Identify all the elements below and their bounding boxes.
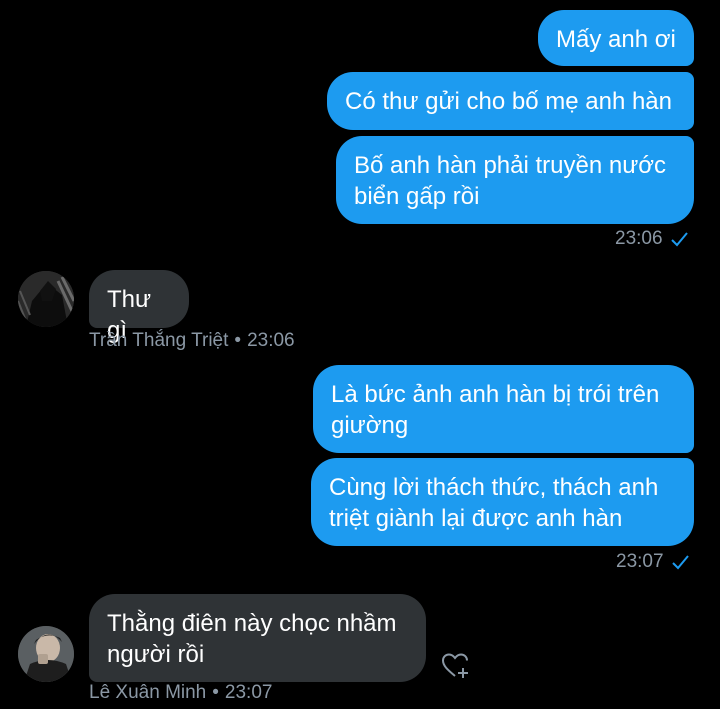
message-bubble-outgoing[interactable]: Bố anh hàn phải truyền nước biển gấp rồi bbox=[336, 136, 694, 224]
avatar[interactable] bbox=[18, 626, 74, 682]
message-timestamp: 23:07 bbox=[616, 551, 690, 573]
timestamp-text: 23:06 bbox=[247, 330, 295, 351]
check-icon bbox=[671, 555, 689, 570]
timestamp-text: 23:07 bbox=[224, 682, 273, 703]
message-sender-meta: Lê Xuân Minh • 23:07 bbox=[89, 682, 272, 704]
message-bubble-outgoing[interactable]: Mấy anh ơi bbox=[538, 10, 694, 66]
message-timestamp: 23:06 bbox=[615, 228, 689, 250]
meta-separator: • bbox=[212, 682, 219, 703]
timestamp-text: 23:07 bbox=[616, 551, 664, 572]
sender-name[interactable]: Lê Xuân Minh bbox=[89, 682, 206, 704]
message-bubble-outgoing[interactable]: Cùng lời thách thức, thách anh triệt già… bbox=[311, 458, 694, 546]
message-sender-meta: Trần Thắng Triệt • 23:06 bbox=[89, 330, 295, 352]
message-bubble-incoming[interactable]: Thư gì bbox=[89, 270, 189, 344]
message-bubble-incoming[interactable]: Thằng điên này chọc nhầm người rồi bbox=[89, 594, 426, 682]
check-icon bbox=[670, 232, 688, 247]
message-bubble-outgoing[interactable]: Có thư gửi cho bố mẹ anh hàn bbox=[327, 72, 694, 130]
meta-separator: • bbox=[234, 330, 242, 351]
message-bubble-outgoing[interactable]: Là bức ảnh anh hàn bị trói trên giường bbox=[313, 365, 694, 453]
avatar[interactable] bbox=[18, 271, 74, 327]
timestamp-text: 23:06 bbox=[615, 228, 663, 249]
heart-plus-icon[interactable] bbox=[440, 650, 472, 682]
sender-name[interactable]: Trần Thắng Triệt bbox=[89, 330, 228, 352]
